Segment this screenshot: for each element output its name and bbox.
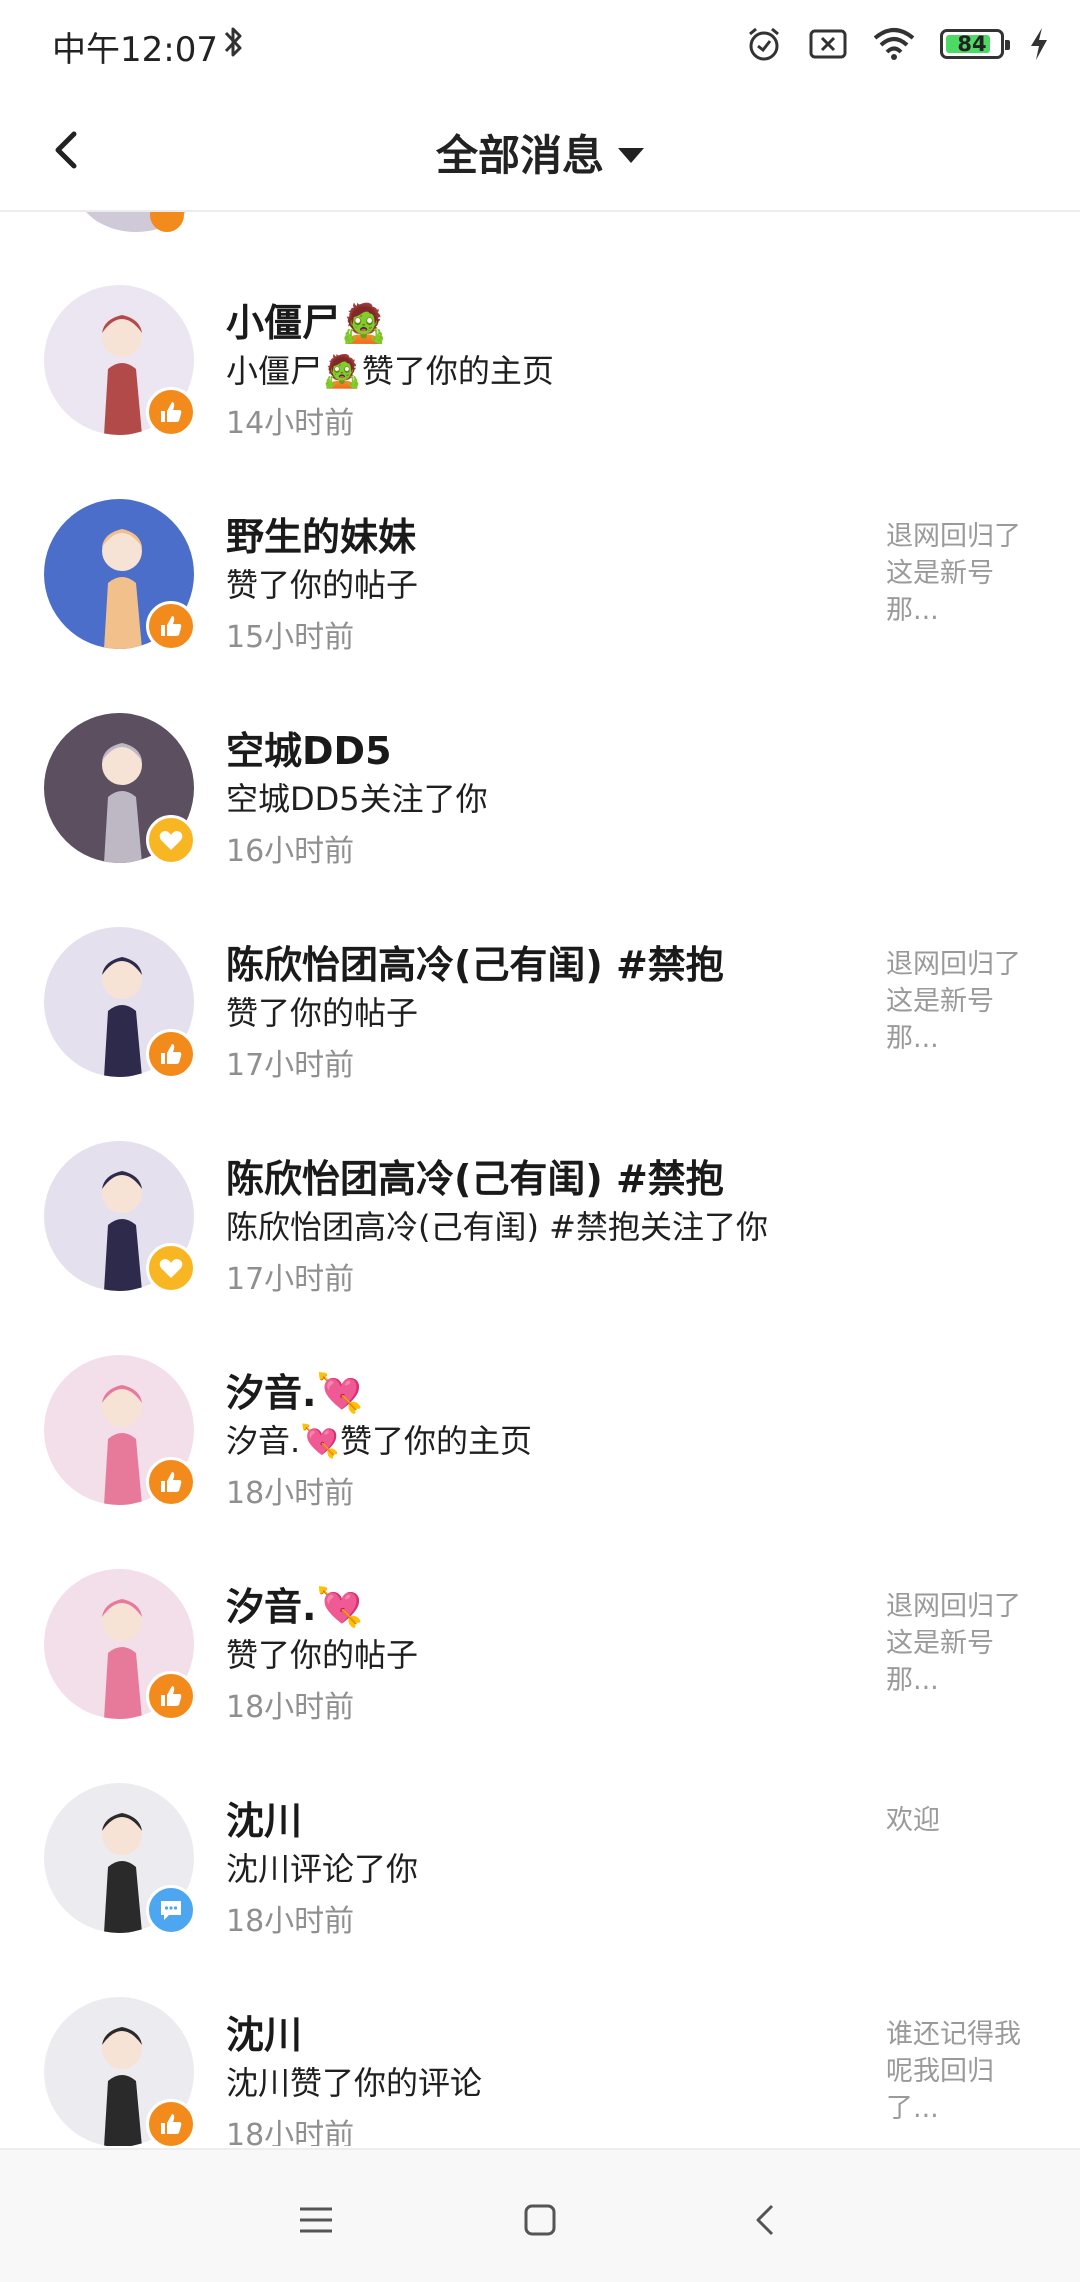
user-name[interactable]: 沈川: [226, 1790, 302, 1845]
post-snippet[interactable]: 欢迎: [886, 1802, 1036, 1839]
battery-icon: 84: [940, 29, 1010, 59]
thumbs-up-icon: [161, 402, 182, 422]
notification-text: 小僵尸🧟赞了你的主页: [226, 352, 554, 390]
battery-level: 84: [957, 32, 987, 56]
notification-row[interactable]: 沈川 沈川评论了你 18小时前 欢迎: [0, 1710, 1080, 1939]
home-button[interactable]: [510, 2190, 570, 2250]
notification-time: 18小时前: [226, 2118, 355, 2146]
nav-back-button[interactable]: [736, 2190, 796, 2250]
notification-row[interactable]: 沈川沈川赞了你的评论 18小时前 谁还记得我 呢我回归 了...: [0, 1924, 1080, 2146]
notification-text: 空城DD5关注了你: [226, 780, 488, 818]
battery-tip: [1005, 40, 1010, 50]
user-name[interactable]: 汐音.💘: [226, 1362, 364, 1417]
thumbs-up-icon: [161, 1686, 182, 1706]
post-snippet[interactable]: 谁还记得我 呢我回归 了...: [886, 2016, 1036, 2127]
thumbs-up-icon: [161, 1044, 182, 1064]
post-snippet[interactable]: 退网回归了 这是新号 那...: [886, 518, 1036, 629]
back-triangle-icon[interactable]: [746, 2200, 786, 2240]
notification-row[interactable]: 汐音.💘 汐音.💘赞了你的主页 18小时前: [0, 1282, 1080, 1511]
thumbs-up-icon: [161, 616, 182, 636]
bluetooth-icon: [224, 27, 242, 57]
notification-row[interactable]: 陈欣怡团高冷(己有闺) #禁抱 陈欣怡团高冷(己有闺) #禁抱关注了你 17小时前: [0, 1068, 1080, 1297]
notification-text: 沈川赞了你的评论: [226, 2064, 483, 2102]
page-title[interactable]: 全部消息: [436, 122, 604, 183]
user-name[interactable]: 陈欣怡团高冷(己有闺) #禁抱: [226, 934, 724, 989]
thumbs-up-icon: [161, 2114, 182, 2134]
menu-button[interactable]: [286, 2190, 346, 2250]
wifi-icon: [873, 28, 915, 60]
heart-icon: [159, 1259, 183, 1278]
notification-text: 陈欣怡团高冷(己有闺) #禁抱关注了你: [226, 1208, 768, 1246]
system-nav-bar: [0, 2148, 1080, 2282]
menu-icon[interactable]: [296, 2203, 336, 2237]
user-name[interactable]: 沈川: [226, 2004, 302, 2059]
post-snippet[interactable]: 退网回归了 这是新号 那...: [886, 946, 1036, 1057]
user-name[interactable]: 空城DD5: [226, 720, 392, 775]
status-bar: 中午12:07 84: [0, 0, 1080, 90]
notification-text: 赞了你的帖子: [226, 566, 419, 604]
notification-text: 沈川评论了你: [226, 1850, 419, 1888]
thumbs-up-icon: [161, 1472, 182, 1492]
user-name[interactable]: 汐音.💘: [226, 1576, 364, 1631]
user-name[interactable]: 小僵尸🧟: [226, 292, 387, 347]
status-time: 中午12:07: [52, 30, 218, 70]
user-name[interactable]: 野生的妹妹: [226, 506, 416, 561]
charging-icon: [1031, 28, 1047, 60]
notification-text: 赞了你的帖子: [226, 994, 419, 1032]
comment-icon: [161, 1901, 181, 1920]
notification-text: 汐音.💘赞了你的主页: [226, 1422, 533, 1460]
header: 全部消息: [0, 90, 1080, 212]
user-name[interactable]: 陈欣怡团高冷(己有闺) #禁抱: [226, 1148, 724, 1203]
caret-down-icon[interactable]: [618, 148, 644, 163]
alarm-icon: [749, 27, 779, 61]
notification-row[interactable]: 汐音.💘 赞了你的帖子 18小时前 退网回归了 这是新号 那...: [0, 1496, 1080, 1725]
notification-row[interactable]: 野生的妹妹 赞了你的帖子 15小时前 退网回归了 这是新号 那...: [0, 426, 1080, 655]
notification-row[interactable]: 陈欣怡团高冷(己有闺) #禁抱 赞了你的帖子 17小时前 退网回归了 这是新号 那..…: [0, 854, 1080, 1083]
notification-row[interactable]: 小僵尸🧟 小僵尸🧟赞了你的主页 14小时前: [0, 212, 1080, 441]
sim-off-icon: [809, 29, 847, 59]
home-square-icon[interactable]: [520, 2200, 560, 2240]
like-badge: [146, 2099, 196, 2146]
post-snippet[interactable]: 退网回归了 这是新号 那...: [886, 1588, 1036, 1699]
heart-icon: [159, 831, 183, 850]
message-filter-dropdown[interactable]: 全部消息: [0, 122, 1080, 183]
notification-row[interactable]: 空城DD5 空城DD5关注了你 16小时前: [0, 640, 1080, 869]
notification-list[interactable]: 小僵尸🧟 小僵尸🧟赞了你的主页 14小时前 野生的妹妹 赞了你的帖子 15小时前 退网回归了…: [0, 212, 1080, 2146]
notification-text: 赞了你的帖子: [226, 1636, 419, 1674]
